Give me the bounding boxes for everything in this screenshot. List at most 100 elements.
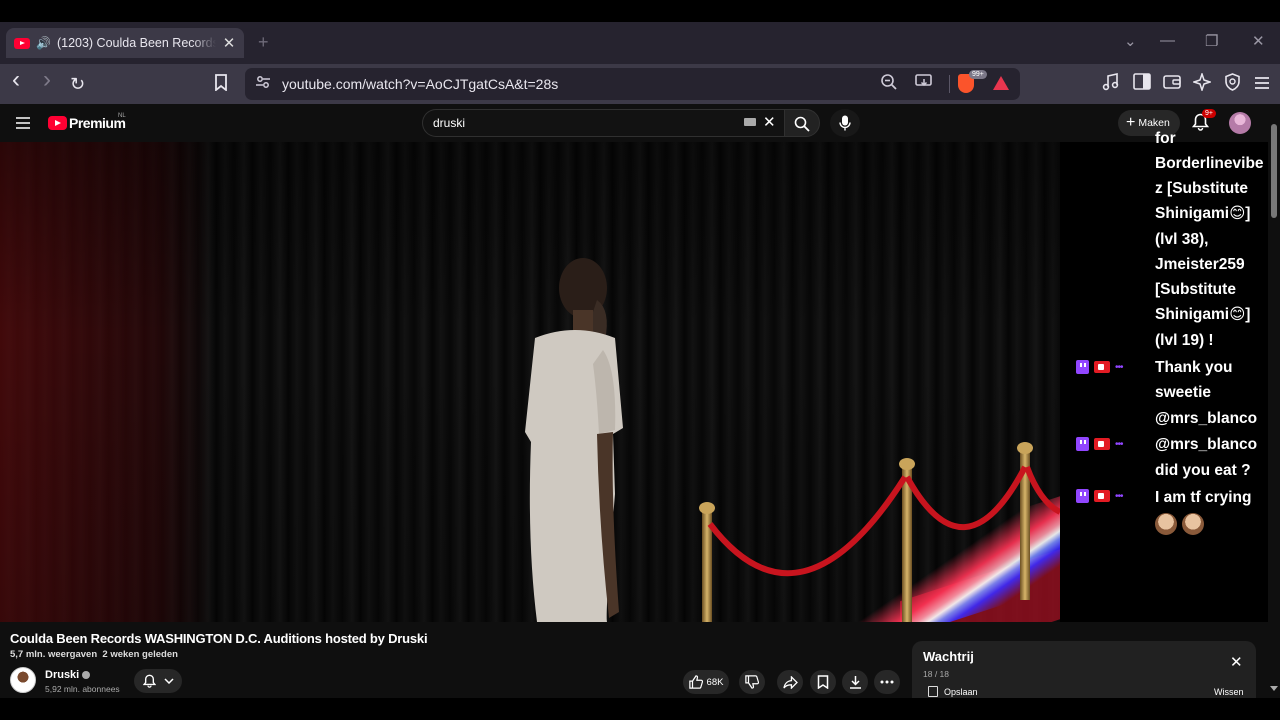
save-to-playlist-button[interactable]: [810, 670, 836, 694]
search-query[interactable]: druski: [433, 116, 465, 130]
shield-badge: 99+: [969, 70, 987, 79]
bookmark-icon[interactable]: [214, 74, 228, 96]
chat-text-line: Borderlinevibe: [1155, 155, 1264, 172]
chat-text-line: z [Substitute: [1155, 180, 1248, 197]
guide-menu-icon[interactable]: [16, 114, 30, 134]
chat-message-line: @mrs_blanco: [1155, 436, 1258, 453]
search-icon: [794, 116, 810, 132]
address-bar[interactable]: youtube.com/watch?v=AoCJTgatCsA&t=28s 99…: [245, 68, 1020, 100]
performer-figure: [525, 258, 623, 622]
tab-title: (1203) Coulda Been Records WASHINGTON D.…: [56, 36, 216, 50]
video-player[interactable]: [0, 142, 1060, 622]
vpn-shield-icon[interactable]: [1224, 73, 1241, 96]
plus-icon: +: [1126, 114, 1136, 131]
like-count: 68K: [706, 676, 724, 688]
save-checkbox-icon[interactable]: [928, 686, 938, 697]
queue-count: 18 / 18: [923, 669, 949, 679]
scrollbar-thumb[interactable]: [1271, 124, 1277, 218]
minimize-button[interactable]: —: [1160, 32, 1175, 49]
chat-text-line: [Substitute: [1155, 281, 1236, 298]
page-scrollbar[interactable]: [1268, 120, 1280, 698]
tab-strip: 🔊 (1203) Coulda Been Records WASHINGTON …: [0, 22, 1280, 64]
back-button[interactable]: ‹: [12, 68, 20, 92]
camera-icon: [1094, 490, 1110, 502]
upload-date: 2 weken geleden: [102, 649, 178, 660]
chat-message-badges: •••: [1076, 489, 1123, 503]
leo-ai-icon[interactable]: [1191, 71, 1213, 96]
queue-title: Wachtrij: [923, 649, 974, 664]
chat-message-line: sweetie: [1155, 384, 1212, 401]
view-count: 5,7 mln. weergaven: [10, 649, 98, 660]
chat-text-line: (lvl 19) !: [1155, 332, 1214, 349]
wallet-icon[interactable]: [1163, 73, 1181, 95]
channel-name[interactable]: Druski: [45, 669, 79, 681]
chat-text-line: for: [1155, 130, 1176, 147]
region-code: NL: [118, 113, 126, 119]
video-metadata: 5,7 mln. weergaven 2 weken geleden: [10, 649, 178, 660]
video-title: Coulda Been Records WASHINGTON D.C. Audi…: [10, 631, 428, 646]
chevron-down-icon: [163, 678, 174, 684]
restore-button[interactable]: ❐: [1205, 32, 1218, 50]
download-icon: [849, 676, 861, 689]
reload-button[interactable]: ↻: [70, 73, 85, 95]
chat-message-badges: •••: [1076, 360, 1123, 374]
more-dots-icon: •••: [1115, 490, 1123, 502]
thumbs-down-icon: [745, 675, 759, 689]
bell-icon: [142, 674, 156, 688]
download-button[interactable]: [842, 670, 868, 694]
chat-message-badges: •••: [1076, 437, 1123, 451]
chat-message-line: @mrs_blanco: [1155, 410, 1258, 427]
queue-save-button[interactable]: Opslaan: [944, 687, 978, 697]
tab-close-icon[interactable]: ✕: [222, 34, 236, 52]
speaker-icon[interactable]: 🔊: [36, 36, 51, 50]
voice-search-button[interactable]: [830, 109, 860, 137]
chat-message-line: did you eat ?: [1155, 462, 1251, 479]
menu-icon[interactable]: [1254, 73, 1270, 95]
search-button[interactable]: [784, 109, 820, 137]
more-horizontal-icon: [880, 680, 894, 684]
search-input[interactable]: druski ✕: [422, 109, 784, 137]
channel-name-row[interactable]: Druski: [45, 669, 91, 681]
verified-badge-icon: [82, 671, 91, 680]
queue-close-icon[interactable]: ✕: [1230, 653, 1243, 671]
tab-search-chevron-icon[interactable]: ⌄: [1124, 32, 1137, 50]
twitch-icon: [1076, 489, 1089, 503]
like-button[interactable]: 68K: [683, 670, 729, 694]
stanchion-cap: [1017, 442, 1033, 454]
channel-avatar[interactable]: [10, 667, 36, 693]
site-settings-icon[interactable]: [255, 74, 271, 94]
youtube-header: Premium NL druski ✕ + Maken 9+: [0, 104, 1280, 142]
sidebar-toggle-icon[interactable]: [1133, 73, 1151, 95]
close-window-button[interactable]: ✕: [1252, 32, 1265, 50]
brave-rewards-icon[interactable]: [993, 76, 1009, 90]
chat-message-line: Thank you: [1155, 359, 1233, 376]
youtube-premium-wordmark[interactable]: Premium: [69, 115, 126, 131]
tab-youtube[interactable]: 🔊 (1203) Coulda Been Records WASHINGTON …: [6, 28, 244, 58]
url-text[interactable]: youtube.com/watch?v=AoCJTgatCsA&t=28s: [282, 76, 558, 92]
media-music-icon[interactable]: [1102, 73, 1120, 96]
forward-button[interactable]: ›: [43, 68, 51, 92]
camera-icon: [1094, 438, 1110, 450]
more-actions-button[interactable]: [874, 670, 900, 694]
microphone-icon: [839, 115, 851, 131]
browser-toolbar: ‹ › ↻ youtube.com/watch?v=AoCJTgatCsA&t=…: [0, 64, 1280, 104]
letterbox-bottom: [0, 698, 1280, 720]
camera-icon: [1094, 361, 1110, 373]
queue-clear-button[interactable]: Wissen: [1214, 687, 1244, 697]
twitch-icon: [1076, 437, 1089, 451]
clear-search-icon[interactable]: ✕: [763, 113, 776, 131]
share-button[interactable]: [777, 670, 803, 694]
youtube-logo-icon[interactable]: [48, 116, 67, 130]
letterbox-top: [0, 0, 1280, 22]
scroll-down-arrow-icon[interactable]: [1270, 686, 1278, 691]
new-tab-button[interactable]: +: [258, 32, 269, 53]
chat-message-line: I am tf crying: [1155, 489, 1252, 506]
account-avatar[interactable]: [1229, 112, 1251, 134]
install-app-icon[interactable]: [915, 73, 933, 93]
keyboard-icon[interactable]: [744, 118, 756, 126]
zoom-out-icon[interactable]: [880, 73, 898, 96]
chat-text-line: Jmeister259: [1155, 256, 1245, 273]
subscription-notifications-button[interactable]: [134, 669, 182, 693]
dislike-button[interactable]: [739, 670, 765, 694]
bookmark-save-icon: [817, 675, 829, 689]
